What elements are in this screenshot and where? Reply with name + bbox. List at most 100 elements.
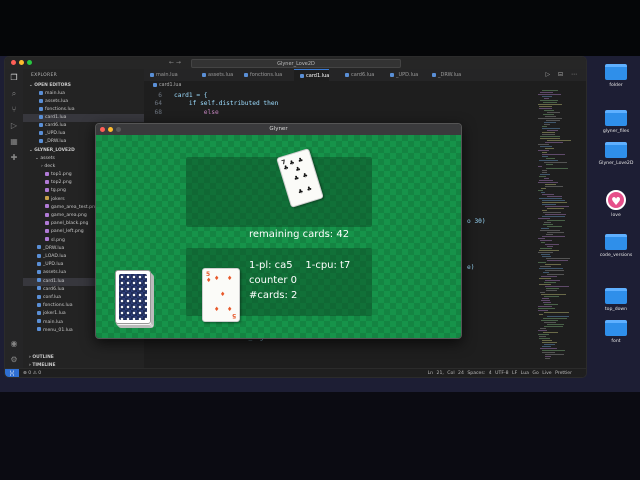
minimap-line xyxy=(542,194,554,195)
lua-file-icon xyxy=(37,319,41,324)
problems-indicator[interactable]: ⊗ 0 ⚠ 0 xyxy=(23,369,41,377)
desktop-icon-label: top_down xyxy=(604,307,628,312)
lua-file-icon xyxy=(39,114,43,119)
eol[interactable]: LF xyxy=(512,371,517,376)
editor-tab[interactable]: assets.lua xyxy=(196,69,233,81)
minimap-line xyxy=(542,96,552,97)
remote-indicator-icon[interactable]: ⟩⟨ xyxy=(5,369,19,377)
nav-arrows-icon[interactable]: ← → xyxy=(169,59,181,66)
account-icon[interactable]: ◉ xyxy=(9,339,19,349)
project-header[interactable]: ⌄ GLYNER_LOVE2D xyxy=(29,147,75,155)
extensions-icon[interactable]: ▦ xyxy=(9,137,19,147)
editor-tab[interactable]: fonctions.lua xyxy=(238,69,282,81)
prettier-status[interactable]: Prettier xyxy=(555,371,572,376)
minimap-line xyxy=(542,340,552,341)
indentation[interactable]: Spaces: 4 xyxy=(467,371,491,376)
player-card[interactable]: 5 ♦ ♦ ♦ ♦ ♦ ♦ 5 xyxy=(202,268,240,322)
game-table: 7 ♣ ♣ ♣ ♣ ♣ ♣ ♣ ♣ remaining cards: 42 5 xyxy=(96,135,461,338)
minimap-line xyxy=(543,272,549,273)
settings-gear-icon[interactable]: ⚙ xyxy=(9,355,19,365)
desktop-icon-glyner-files[interactable]: glyner_files xyxy=(596,108,636,134)
editor-tab[interactable]: card1.lua xyxy=(294,69,330,81)
desktop-icon-font[interactable]: font xyxy=(596,318,636,344)
editor-tab[interactable]: _UPD.lua xyxy=(384,69,418,81)
minimap-line xyxy=(546,288,559,289)
minimap-line xyxy=(543,224,553,225)
open-editor-item[interactable]: card1.lua xyxy=(23,114,144,122)
minimap-line xyxy=(538,104,562,105)
maximize-window-button[interactable] xyxy=(27,60,32,65)
lua-file-icon xyxy=(37,261,41,266)
lua-file-icon xyxy=(202,72,206,77)
folder-icon xyxy=(605,64,627,80)
minimap-line xyxy=(542,134,555,135)
lua-file-icon xyxy=(39,98,43,103)
language-mode[interactable]: Lua xyxy=(521,371,529,376)
folder-deck[interactable]: › deck xyxy=(41,163,55,171)
minimap-line xyxy=(546,258,570,259)
window-controls xyxy=(11,60,32,65)
game-window-title: Glyner xyxy=(269,126,288,132)
minimap-line xyxy=(539,314,543,315)
editor-tab[interactable]: _DRW.lua xyxy=(426,69,461,81)
desktop-icon-label: font xyxy=(611,339,621,344)
desktop-icon-glyner-love2d[interactable]: Glyner_Love2D xyxy=(596,140,636,166)
desktop-icon-code-versions[interactable]: code_versions xyxy=(596,232,636,258)
outline-header[interactable]: › OUTLINE xyxy=(29,354,54,362)
minimap-line xyxy=(545,206,569,207)
encoding[interactable]: UTF-8 xyxy=(495,371,508,376)
card-deck[interactable] xyxy=(115,270,154,328)
folder-icon xyxy=(605,320,627,336)
command-center-search[interactable]: Glyner_Love2D xyxy=(191,59,401,68)
minimap-line xyxy=(544,282,556,283)
minimap-line xyxy=(538,144,549,145)
go-live-button[interactable]: Go Live xyxy=(532,371,551,376)
run-debug-icon[interactable]: ▷ xyxy=(9,121,19,131)
desktop-icon-folder[interactable]: folder xyxy=(596,62,636,88)
minimap-line xyxy=(538,252,553,253)
editor-actions[interactable]: ▷ ⊟ ⋯ xyxy=(546,69,580,81)
minimap-line xyxy=(544,162,567,163)
minimize-window-button[interactable] xyxy=(19,60,24,65)
minimap-line xyxy=(547,316,569,317)
open-editor-item[interactable]: main.lua xyxy=(23,90,144,98)
minimap-line xyxy=(547,246,553,247)
source-control-icon[interactable]: ⑂ xyxy=(9,105,19,115)
editor-tab[interactable]: card6.lua xyxy=(339,69,374,81)
open-editor-item[interactable]: assets.lua xyxy=(23,98,144,106)
live-share-icon[interactable]: ✚ xyxy=(9,153,19,163)
minimap-line xyxy=(538,334,549,335)
explorer-icon[interactable]: ❐ xyxy=(9,73,19,83)
breadcrumb[interactable]: card1.lua xyxy=(144,81,181,90)
minimap-line xyxy=(545,358,550,359)
minimap-line xyxy=(539,106,552,107)
minimap-line xyxy=(545,184,556,185)
card-back xyxy=(115,270,151,324)
minimap-line xyxy=(541,242,545,243)
editor-tabs: ▷ ⊟ ⋯ main.lua assets.lua fonctions.lua car… xyxy=(144,69,586,81)
close-window-button[interactable] xyxy=(11,60,16,65)
minimap-line xyxy=(544,124,550,125)
minimap-line xyxy=(542,200,565,201)
minimap-line xyxy=(543,302,551,303)
open-editors-header[interactable]: ⌄ OPEN EDITORS xyxy=(29,82,71,90)
minimap-line xyxy=(542,216,565,217)
cursor-position[interactable]: Ln 21, Col 24 xyxy=(428,371,464,376)
minimap-line xyxy=(542,128,560,129)
line-number: 64 xyxy=(154,100,162,107)
minimap-line xyxy=(547,226,562,227)
search-icon[interactable]: ⌕ xyxy=(9,89,19,99)
desktop-icon-love[interactable]: ♥ love xyxy=(596,190,636,218)
minimap-line xyxy=(542,352,555,353)
minimap-line xyxy=(545,186,563,187)
desktop-icon-top-down[interactable]: top_down xyxy=(596,286,636,312)
open-editor-item[interactable]: fonctions.lua xyxy=(23,106,144,114)
diamond-pip-icon: ♦ xyxy=(227,275,233,282)
minimap-line xyxy=(542,236,565,237)
desktop-lower-area xyxy=(0,392,640,480)
editor-tab[interactable]: main.lua xyxy=(144,69,178,81)
cards-count-label: #cards: 2 xyxy=(249,290,298,301)
minimap[interactable] xyxy=(538,90,578,360)
folder-assets[interactable]: ⌄ assets xyxy=(35,155,55,163)
minimap-line xyxy=(538,330,547,331)
